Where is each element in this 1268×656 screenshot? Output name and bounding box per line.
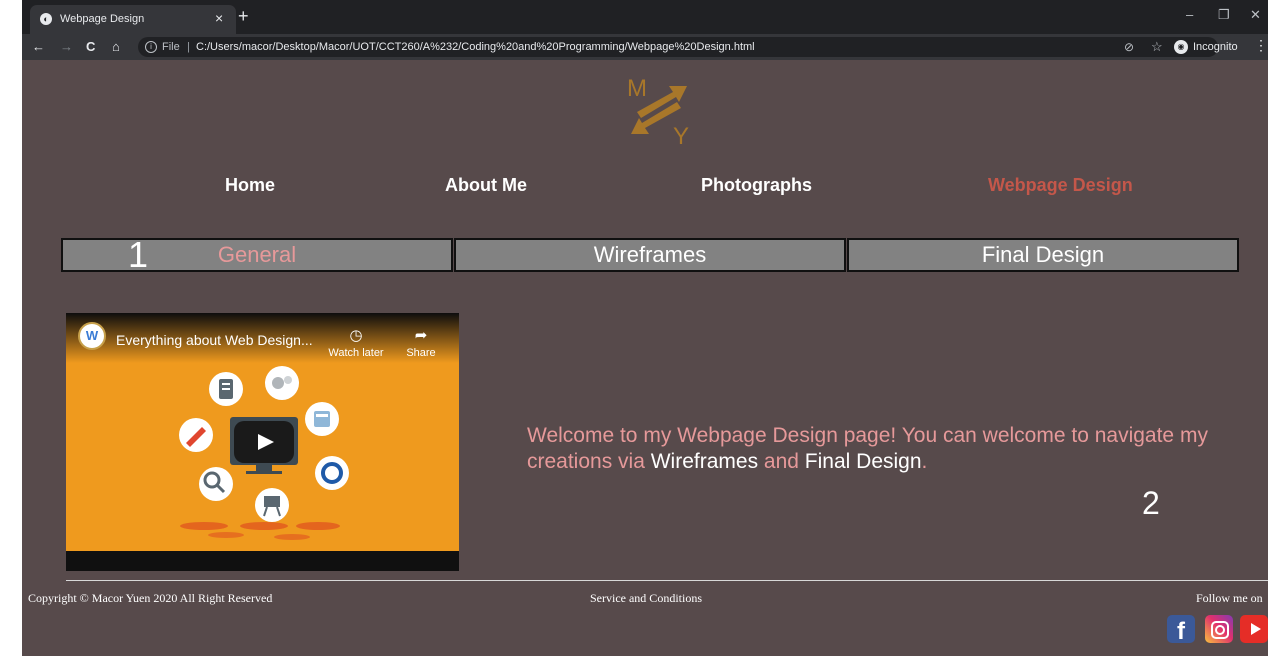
file-label: File bbox=[162, 41, 180, 53]
browser-tab[interactable]: ◐ Webpage Design × bbox=[30, 5, 236, 34]
video-player[interactable]: W Everything about Web Design... ◷ Watch… bbox=[66, 313, 459, 571]
restore-icon[interactable]: ❐ bbox=[1218, 7, 1230, 23]
channel-avatar[interactable]: W bbox=[78, 322, 106, 350]
tab-strip: ◐ Webpage Design × + – ❐ ✕ bbox=[22, 0, 1268, 34]
share-label: Share bbox=[406, 347, 436, 359]
forward-icon[interactable]: → bbox=[60, 39, 73, 55]
tab-title: Webpage Design bbox=[60, 13, 145, 25]
tab-final-design[interactable]: Final Design bbox=[847, 238, 1239, 272]
incognito-icon: ◉ bbox=[1174, 40, 1188, 54]
share-button[interactable]: ➦ Share bbox=[391, 327, 451, 359]
logo-letter-y: Y bbox=[673, 123, 689, 148]
instagram-icon[interactable] bbox=[1205, 615, 1233, 643]
nav-webpage-design[interactable]: Webpage Design bbox=[988, 175, 1133, 196]
url-separator: | bbox=[187, 41, 190, 53]
site-logo[interactable]: M Y bbox=[623, 72, 695, 148]
home-icon[interactable]: ⌂ bbox=[112, 39, 120, 55]
welcome-link-wireframes[interactable]: Wireframes bbox=[651, 450, 758, 473]
nav-about-me[interactable]: About Me bbox=[445, 175, 527, 196]
address-bar[interactable]: i File | C:/Users/macor/Desktop/Macor/UO… bbox=[138, 37, 1238, 57]
tab-wireframes[interactable]: Wireframes bbox=[454, 238, 846, 272]
incognito-label: Incognito bbox=[1193, 41, 1238, 53]
video-title[interactable]: Everything about Web Design... bbox=[116, 332, 313, 348]
url-text[interactable]: C:/Users/macor/Desktop/Macor/UOT/CCT260/… bbox=[196, 37, 755, 57]
nav-home[interactable]: Home bbox=[225, 175, 275, 196]
facebook-icon[interactable]: f bbox=[1167, 615, 1195, 643]
copyright-text: Copyright © Macor Yuen 2020 All Right Re… bbox=[28, 591, 273, 605]
clock-icon: ◷ bbox=[349, 327, 363, 344]
star-icon[interactable]: ☆ bbox=[1151, 37, 1163, 57]
youtube-icon[interactable] bbox=[1240, 615, 1268, 643]
nav-photographs[interactable]: Photographs bbox=[701, 175, 812, 196]
annotation-marker-2: 2 bbox=[1142, 485, 1160, 521]
menu-icon[interactable]: ⋮ bbox=[1254, 37, 1268, 54]
footer-divider bbox=[66, 580, 1268, 581]
eye-off-icon[interactable]: ⊘ bbox=[1124, 37, 1134, 57]
welcome-conjunction: and bbox=[758, 450, 805, 473]
close-tab-icon[interactable]: × bbox=[215, 10, 223, 26]
play-button[interactable] bbox=[234, 421, 294, 463]
follow-me-label: Follow me on bbox=[1196, 591, 1263, 605]
share-icon: ➦ bbox=[414, 327, 428, 344]
minimize-icon[interactable]: – bbox=[1186, 7, 1193, 22]
window-close-icon[interactable]: ✕ bbox=[1250, 7, 1261, 23]
video-bottom-bar bbox=[66, 551, 459, 571]
annotation-marker-1: 1 bbox=[128, 234, 149, 275]
welcome-end: . bbox=[921, 450, 928, 473]
logo-letter-m: M bbox=[627, 75, 647, 102]
back-icon[interactable]: ← bbox=[32, 39, 45, 55]
watch-later-button[interactable]: ◷ Watch later bbox=[326, 327, 386, 359]
browser-window: ◐ Webpage Design × + – ❐ ✕ ← → C ⌂ i Fil… bbox=[22, 0, 1268, 656]
browser-toolbar: ← → C ⌂ i File | C:/Users/macor/Desktop/… bbox=[22, 34, 1268, 60]
tab-general[interactable]: General bbox=[61, 238, 453, 272]
new-tab-icon[interactable]: + bbox=[238, 6, 249, 27]
watch-later-label: Watch later bbox=[328, 347, 384, 359]
reload-icon[interactable]: C bbox=[86, 39, 95, 55]
welcome-message: Welcome to my Webpage Design page! You c… bbox=[527, 423, 1227, 475]
globe-icon: ◐ bbox=[40, 13, 52, 25]
service-conditions-link[interactable]: Service and Conditions bbox=[590, 591, 702, 606]
welcome-link-final-design[interactable]: Final Design bbox=[805, 450, 922, 473]
info-icon[interactable]: i bbox=[145, 41, 157, 53]
